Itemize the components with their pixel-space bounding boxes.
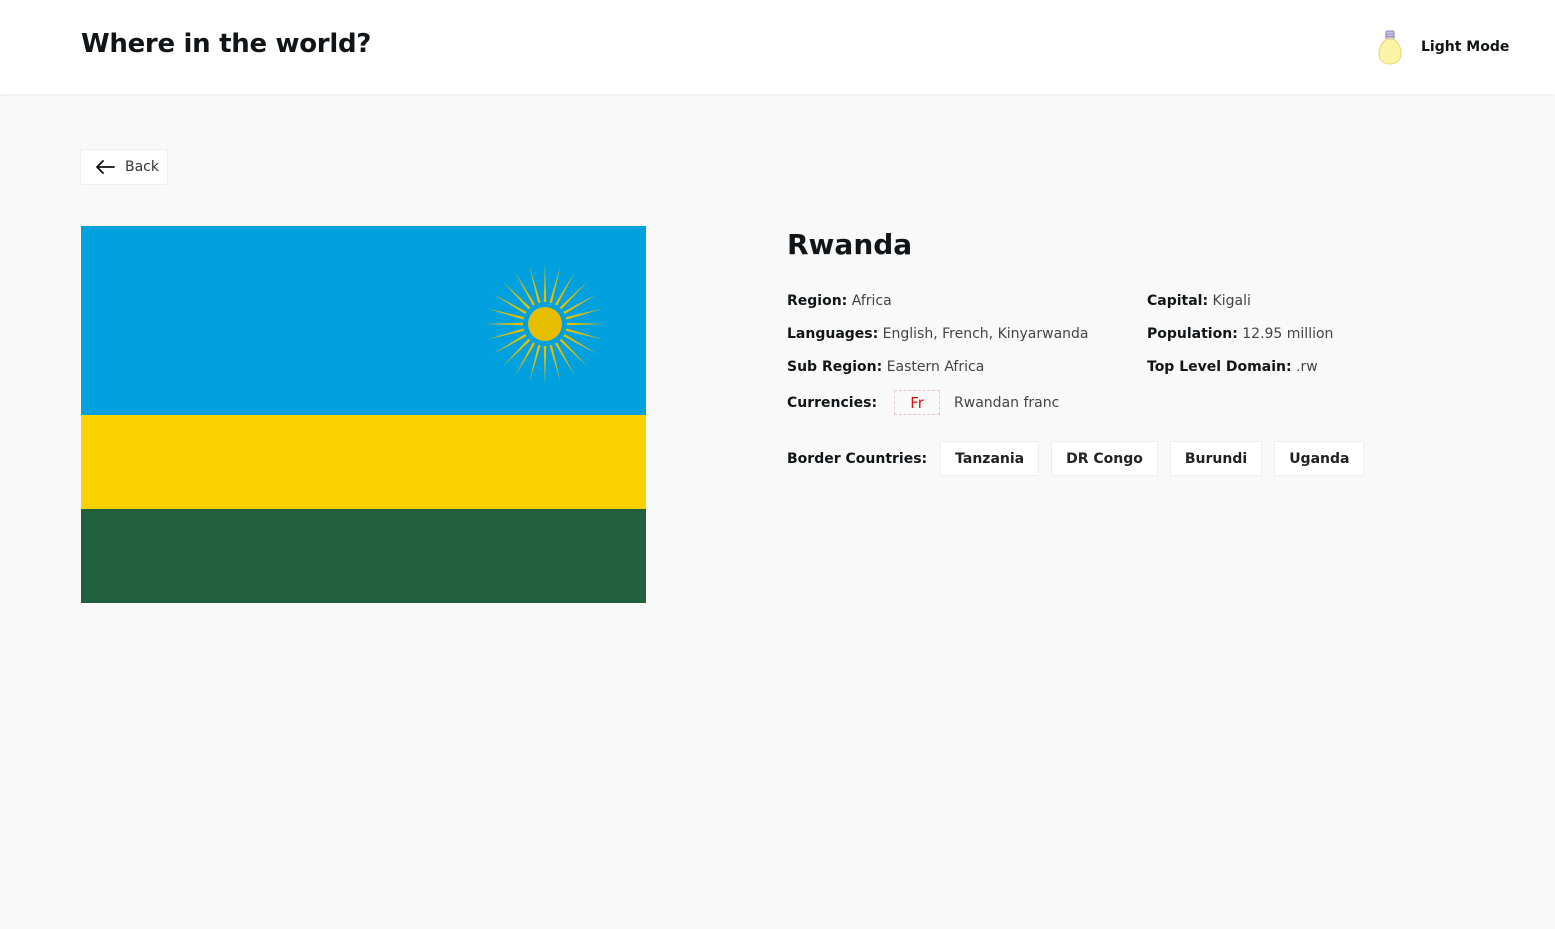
flag-sun-icon — [485, 264, 605, 384]
country-flag — [81, 226, 646, 603]
currency-symbol: Fr — [894, 390, 941, 415]
fact-top-level-domain: Top Level Domain: .rw — [1147, 359, 1318, 375]
currency-name: Rwandan franc — [954, 394, 1060, 411]
back-button-label: Back — [125, 159, 159, 175]
sun-core — [528, 307, 562, 341]
fact-region: Region: Africa — [787, 293, 892, 309]
theme-toggle[interactable]: Light Mode — [1376, 29, 1509, 65]
country-name: Rwanda — [787, 228, 913, 261]
lightbulb-icon — [1378, 30, 1402, 65]
currencies-label: Currencies: — [787, 394, 878, 411]
fact-languages: Languages: English, French, Kinyarwanda — [787, 326, 1089, 342]
site-title: Where in the world? — [81, 29, 372, 59]
currencies-row: Currencies: Fr Rwandan franc — [787, 390, 1059, 415]
border-country-button[interactable]: DR Congo — [1051, 441, 1158, 476]
border-country-button[interactable]: Uganda — [1274, 441, 1365, 476]
fact-population: Population: 12.95 million — [1147, 326, 1334, 342]
border-country-button[interactable]: Tanzania — [940, 441, 1040, 476]
border-countries: Border Countries: Tanzania DR Congo Buru… — [787, 441, 1376, 476]
theme-toggle-label: Light Mode — [1421, 39, 1510, 55]
back-button[interactable]: Back — [80, 149, 168, 185]
arrow-left-icon — [96, 160, 115, 174]
border-countries-label: Border Countries: — [787, 450, 928, 467]
fact-sub-region: Sub Region: Eastern Africa — [787, 359, 985, 375]
border-country-button[interactable]: Burundi — [1169, 441, 1263, 476]
app-header: Where in the world? Light Mode — [0, 0, 1555, 94]
fact-capital: Capital: Kigali — [1147, 293, 1251, 309]
